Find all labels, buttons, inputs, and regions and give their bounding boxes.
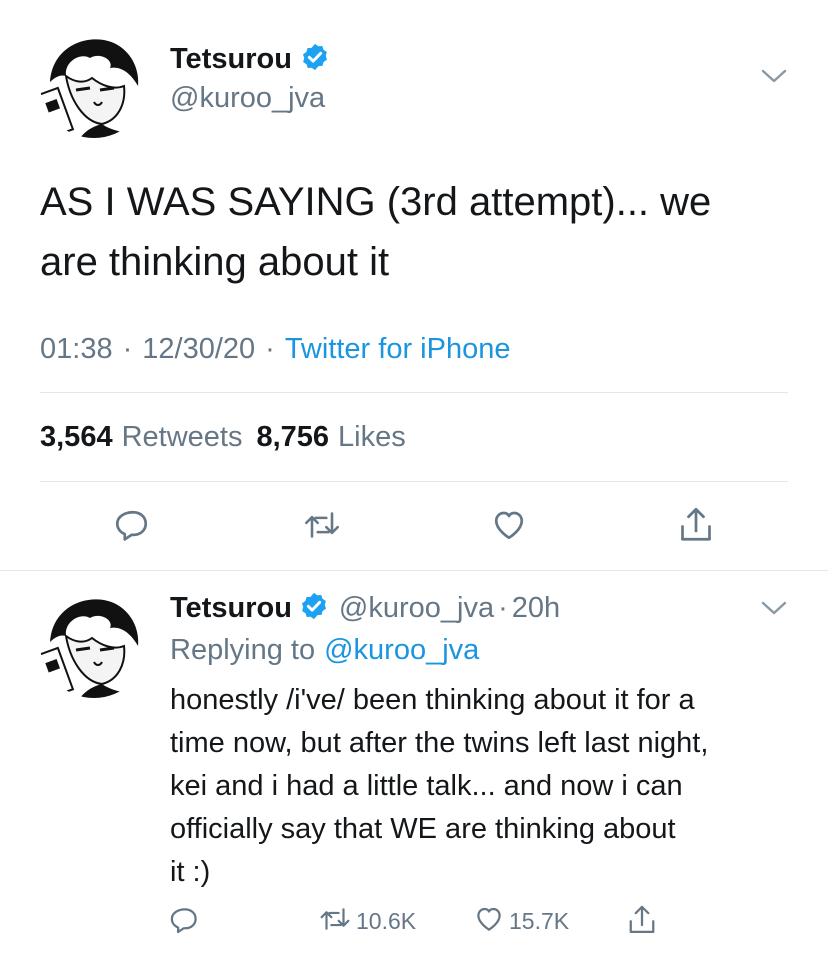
tweet-source-link[interactable]: Twitter for iPhone xyxy=(285,333,511,366)
chevron-down-icon[interactable] xyxy=(760,598,788,623)
reply-icon[interactable] xyxy=(168,903,202,937)
retweets-count[interactable]: 3,564 xyxy=(40,421,113,454)
tweet-text-line: AS I WAS SAYING (3rd attempt)... we xyxy=(40,180,712,224)
like-icon[interactable] xyxy=(473,904,505,939)
avatar[interactable] xyxy=(40,590,148,698)
like-icon[interactable] xyxy=(489,505,529,545)
retweet-count: 10.6K xyxy=(356,908,417,934)
divider xyxy=(40,392,788,393)
replying-to-label: Replying to xyxy=(170,634,316,666)
reply-text-line: time now, but after the twins left last … xyxy=(170,727,709,759)
likes-count[interactable]: 8,756 xyxy=(256,421,329,454)
meta-separator: · xyxy=(498,592,508,624)
retweet-button[interactable]: 10.6K xyxy=(318,904,416,939)
replying-to: Replying to @kuroo_jva xyxy=(170,634,479,667)
divider xyxy=(0,570,828,571)
meta-separator: · xyxy=(122,333,133,365)
avatar[interactable] xyxy=(40,30,148,138)
author-row: Tetsurou xyxy=(170,42,330,77)
tweet-age: 20h xyxy=(511,592,561,624)
author-handle[interactable]: @kuroo_jva xyxy=(339,592,494,625)
tweet-meta: 01:38 · 12/30/20 · Twitter for iPhone xyxy=(40,333,510,366)
like-button[interactable]: 15.7K xyxy=(473,904,569,939)
reply-text-line: it :) xyxy=(170,856,211,888)
likes-label[interactable]: Likes xyxy=(338,421,406,454)
reply-text-line: officially say that WE are thinking abou… xyxy=(170,813,676,845)
share-icon[interactable] xyxy=(626,901,658,939)
verified-icon xyxy=(300,42,330,77)
like-count: 15.7K xyxy=(509,908,570,934)
reply-text-line: honestly /i've/ been thinking about it f… xyxy=(170,684,695,716)
retweet-icon[interactable] xyxy=(300,505,344,545)
reply-text: honestly /i've/ been thinking about it f… xyxy=(170,679,708,894)
tweet-date: 12/30/20 xyxy=(142,333,256,365)
author-name[interactable]: Tetsurou xyxy=(170,592,292,625)
tweet-text-line: are thinking about it xyxy=(40,240,390,284)
verified-icon xyxy=(299,591,329,626)
replying-to-handle-link[interactable]: @kuroo_jva xyxy=(324,634,479,667)
meta-separator: · xyxy=(265,333,275,365)
retweets-label[interactable]: Retweets xyxy=(122,421,243,454)
tweet-stats: 3,564 Retweets 8,756 Likes xyxy=(40,421,406,454)
retweet-icon[interactable] xyxy=(318,904,352,939)
reply-text-line: kei and i had a little talk... and now i… xyxy=(170,770,683,802)
author-handle[interactable]: @kuroo_jva xyxy=(170,82,325,115)
reply-icon[interactable] xyxy=(113,505,153,545)
reply-author-row: Tetsurou @kuroo_jva · 20h xyxy=(170,591,560,626)
tweet-time: 01:38 xyxy=(40,333,113,365)
chevron-down-icon[interactable] xyxy=(760,66,788,91)
author-name[interactable]: Tetsurou xyxy=(170,43,292,76)
tweet-text: AS I WAS SAYING (3rd attempt)... we are … xyxy=(40,172,711,292)
divider xyxy=(40,481,788,482)
share-icon[interactable] xyxy=(676,503,716,547)
